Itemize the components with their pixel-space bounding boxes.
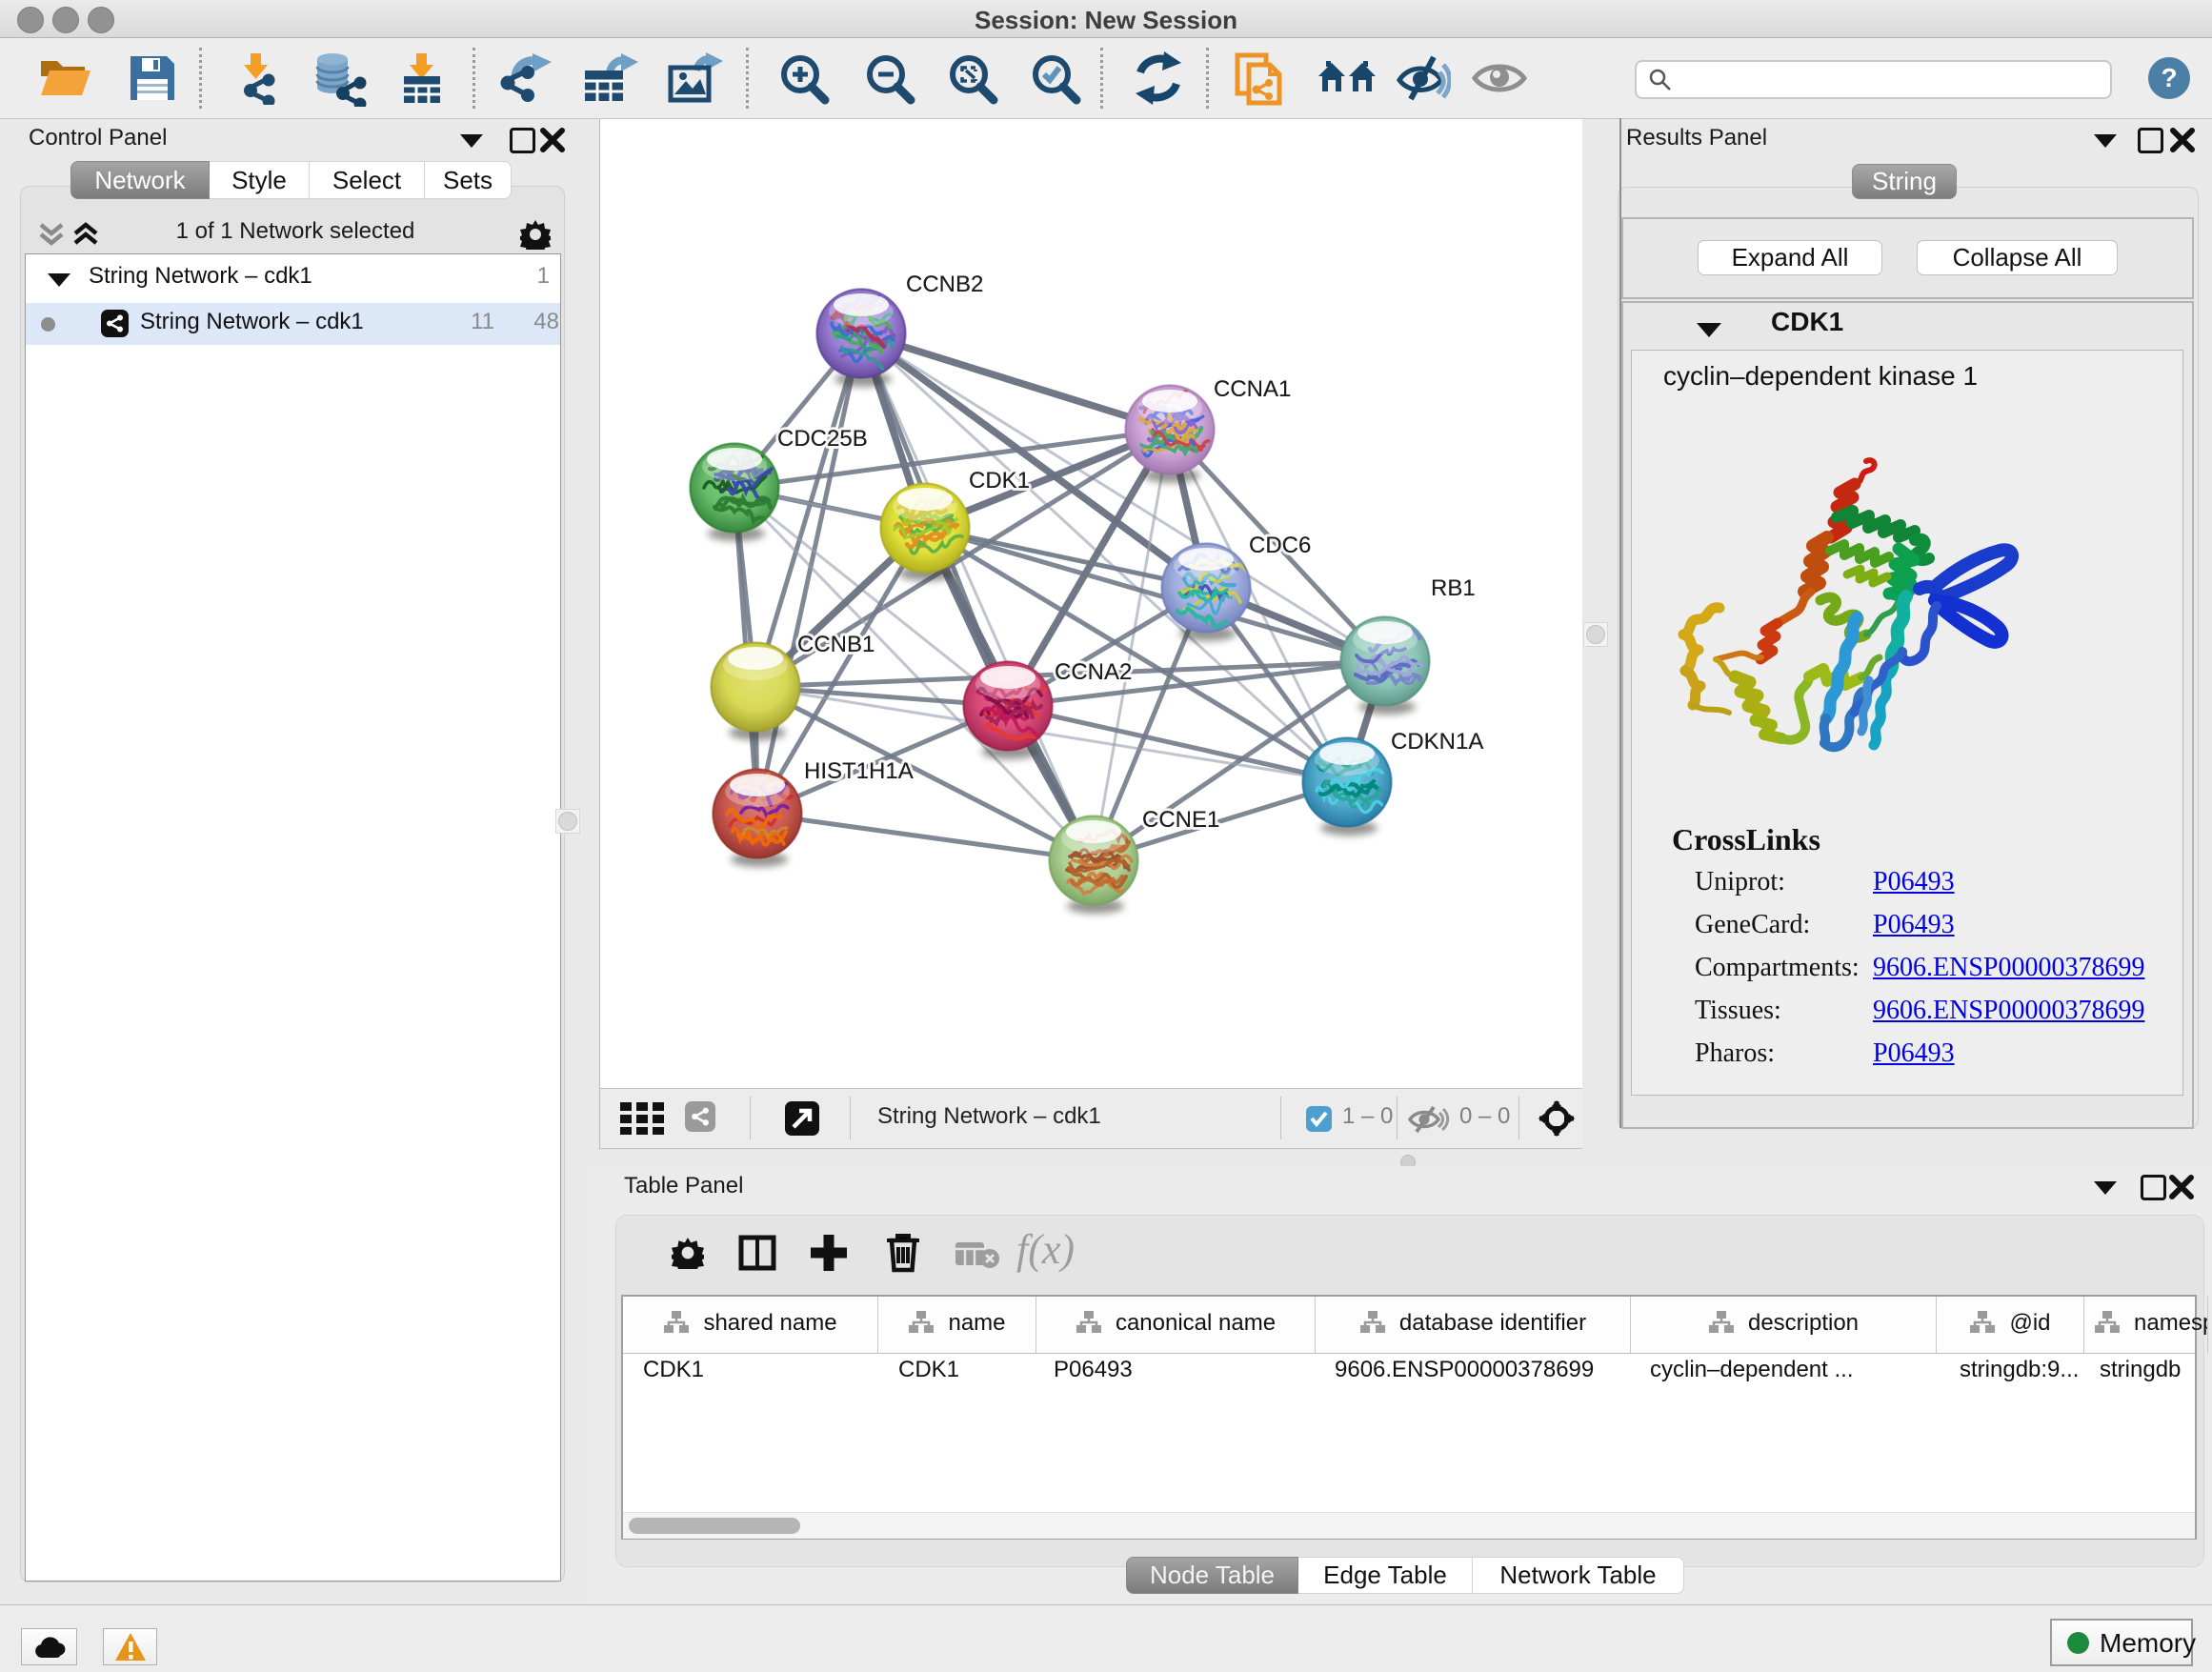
svg-text:CDKN1A: CDKN1A (1391, 729, 1483, 755)
svg-text:RB1: RB1 (1431, 575, 1476, 601)
svg-text:CCNA1: CCNA1 (1214, 376, 1291, 402)
svg-text:HIST1H1A: HIST1H1A (804, 758, 914, 784)
svg-text:CCNB2: CCNB2 (906, 272, 983, 297)
svg-text:CDC25B: CDC25B (777, 426, 868, 452)
svg-text:CCNB1: CCNB1 (797, 632, 875, 657)
svg-text:CDK1: CDK1 (969, 468, 1030, 494)
svg-text:CCNA2: CCNA2 (1055, 659, 1132, 685)
svg-text:CCNE1: CCNE1 (1142, 807, 1219, 833)
svg-text:CDC6: CDC6 (1249, 533, 1311, 558)
